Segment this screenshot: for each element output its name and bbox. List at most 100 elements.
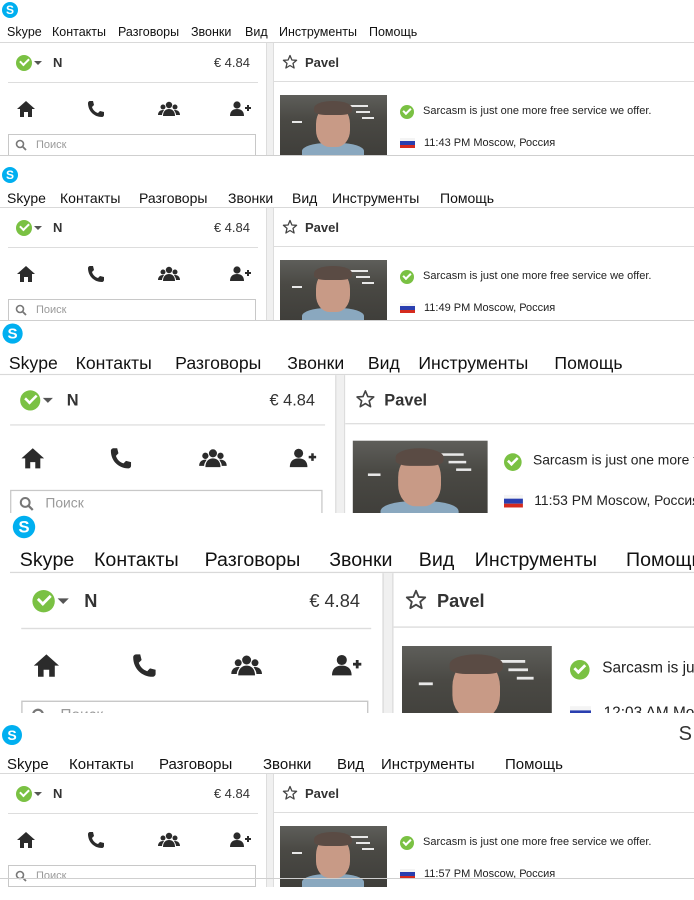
menu-item-help[interactable]: Помощь xyxy=(440,190,494,206)
favorite-star-icon[interactable] xyxy=(282,219,298,235)
phone-icon[interactable] xyxy=(85,263,107,285)
account-balance[interactable]: € 4.84 xyxy=(214,786,250,801)
home-icon[interactable] xyxy=(15,263,37,285)
favorite-star-icon[interactable] xyxy=(355,389,375,409)
account-balance[interactable]: € 4.84 xyxy=(214,55,250,70)
menu-item-help[interactable]: Помощь xyxy=(554,353,622,373)
search-input[interactable]: Поиск xyxy=(8,865,256,887)
favorite-star-icon[interactable] xyxy=(282,785,298,801)
menu-item-view[interactable]: Вид xyxy=(337,756,364,773)
menu-item-tools[interactable]: Инструменты xyxy=(279,25,357,39)
online-status-icon[interactable] xyxy=(32,590,55,613)
pane-splitter[interactable] xyxy=(266,43,274,156)
phone-icon[interactable] xyxy=(85,829,107,851)
menu-item-view[interactable]: Вид xyxy=(245,25,268,39)
menu-item-conversations[interactable]: Разговоры xyxy=(159,756,232,773)
chevron-down-icon[interactable] xyxy=(34,61,42,65)
group-icon[interactable] xyxy=(199,444,227,472)
menu-item-help[interactable]: Помощь xyxy=(505,756,563,773)
online-status-icon[interactable] xyxy=(20,390,41,411)
menu-item-view[interactable]: Вид xyxy=(368,353,400,373)
search-input[interactable]: Поиск xyxy=(8,299,256,321)
favorite-star-icon[interactable] xyxy=(282,54,298,70)
menu-item-contacts[interactable]: Контакты xyxy=(76,353,152,373)
search-input[interactable]: Поиск xyxy=(21,700,369,713)
home-icon[interactable] xyxy=(15,98,37,120)
divider xyxy=(8,82,258,83)
pane-splitter[interactable] xyxy=(382,573,394,713)
phone-icon[interactable] xyxy=(85,98,107,120)
menu-item-help[interactable]: Помощь xyxy=(369,25,417,39)
user-name[interactable]: N xyxy=(67,390,79,409)
menu-item-skype[interactable]: Skype xyxy=(9,353,58,373)
pane-splitter[interactable] xyxy=(266,774,274,887)
menu-item-conversations[interactable]: Разговоры xyxy=(205,548,301,570)
menu-item-calls[interactable]: Звонки xyxy=(228,190,273,206)
group-icon[interactable] xyxy=(231,650,262,681)
chevron-down-icon[interactable] xyxy=(34,226,42,230)
menu-item-conversations[interactable]: Разговоры xyxy=(175,353,261,373)
user-name[interactable]: N xyxy=(53,786,62,801)
chevron-down-icon[interactable] xyxy=(57,598,69,604)
menu-item-tools[interactable]: Инструменты xyxy=(332,190,419,206)
contact-avatar[interactable] xyxy=(352,440,488,513)
menu-item-view[interactable]: Вид xyxy=(419,548,454,570)
online-status-icon[interactable] xyxy=(16,786,32,802)
menu-item-contacts[interactable]: Контакты xyxy=(60,190,120,206)
skype-logo-icon[interactable]: S xyxy=(12,515,36,539)
menu-item-skype[interactable]: Skype xyxy=(20,548,74,570)
menu-item-tools[interactable]: Инструменты xyxy=(475,548,597,570)
menu-item-conversations[interactable]: Разговоры xyxy=(139,190,207,206)
skype-logo-icon[interactable]: S xyxy=(2,2,18,18)
menu-item-contacts[interactable]: Контакты xyxy=(52,25,106,39)
contact-avatar[interactable] xyxy=(280,260,387,321)
online-status-icon[interactable] xyxy=(16,220,32,236)
chevron-down-icon[interactable] xyxy=(42,397,53,403)
menu-item-conversations[interactable]: Разговоры xyxy=(118,25,179,39)
group-icon[interactable] xyxy=(158,98,180,120)
group-icon[interactable] xyxy=(158,829,180,851)
pane-splitter[interactable] xyxy=(335,375,346,513)
skype-logo-icon[interactable]: S xyxy=(2,167,18,183)
phone-icon[interactable] xyxy=(107,444,135,472)
menu-item-tools[interactable]: Инструменты xyxy=(381,756,475,773)
user-name[interactable]: N xyxy=(53,55,62,70)
contact-avatar[interactable] xyxy=(402,646,552,713)
contact-avatar[interactable] xyxy=(280,95,387,156)
menu-item-calls[interactable]: Звонки xyxy=(263,756,311,773)
menu-item-calls[interactable]: Звонки xyxy=(191,25,231,39)
user-name[interactable]: N xyxy=(84,590,97,611)
home-icon[interactable] xyxy=(15,829,37,851)
user-name[interactable]: N xyxy=(53,220,62,235)
home-icon[interactable] xyxy=(31,650,62,681)
account-balance[interactable]: € 4.84 xyxy=(214,220,250,235)
search-input[interactable]: Поиск xyxy=(8,134,256,156)
menu-item-view[interactable]: Вид xyxy=(292,190,317,206)
menu-item-calls[interactable]: Звонки xyxy=(287,353,344,373)
chevron-down-icon[interactable] xyxy=(34,792,42,796)
menu-item-tools[interactable]: Инструменты xyxy=(418,353,528,373)
skype-logo-icon[interactable]: S xyxy=(2,725,22,745)
menu-item-skype[interactable]: Skype xyxy=(7,25,42,39)
menu-item-calls[interactable]: Звонки xyxy=(329,548,392,570)
favorite-star-icon[interactable] xyxy=(405,589,427,611)
add-contact-icon[interactable] xyxy=(331,650,362,681)
group-icon[interactable] xyxy=(158,263,180,285)
phone-icon[interactable] xyxy=(129,650,160,681)
add-contact-icon[interactable] xyxy=(289,444,317,472)
online-status-icon[interactable] xyxy=(16,55,32,71)
add-contact-icon[interactable] xyxy=(229,263,251,285)
menu-item-help[interactable]: Помощь xyxy=(626,548,694,570)
menu-item-contacts[interactable]: Контакты xyxy=(69,756,134,773)
skype-logo-icon[interactable]: S xyxy=(2,323,23,344)
menu-item-skype[interactable]: Skype xyxy=(7,756,49,773)
menu-item-skype[interactable]: Skype xyxy=(7,190,46,206)
pane-splitter[interactable] xyxy=(266,208,274,321)
menu-item-contacts[interactable]: Контакты xyxy=(94,548,179,570)
home-icon[interactable] xyxy=(19,444,47,472)
account-balance[interactable]: € 4.84 xyxy=(269,390,315,409)
account-balance[interactable]: € 4.84 xyxy=(309,590,360,611)
add-contact-icon[interactable] xyxy=(229,98,251,120)
search-input[interactable]: Поиск xyxy=(10,489,323,513)
add-contact-icon[interactable] xyxy=(229,829,251,851)
